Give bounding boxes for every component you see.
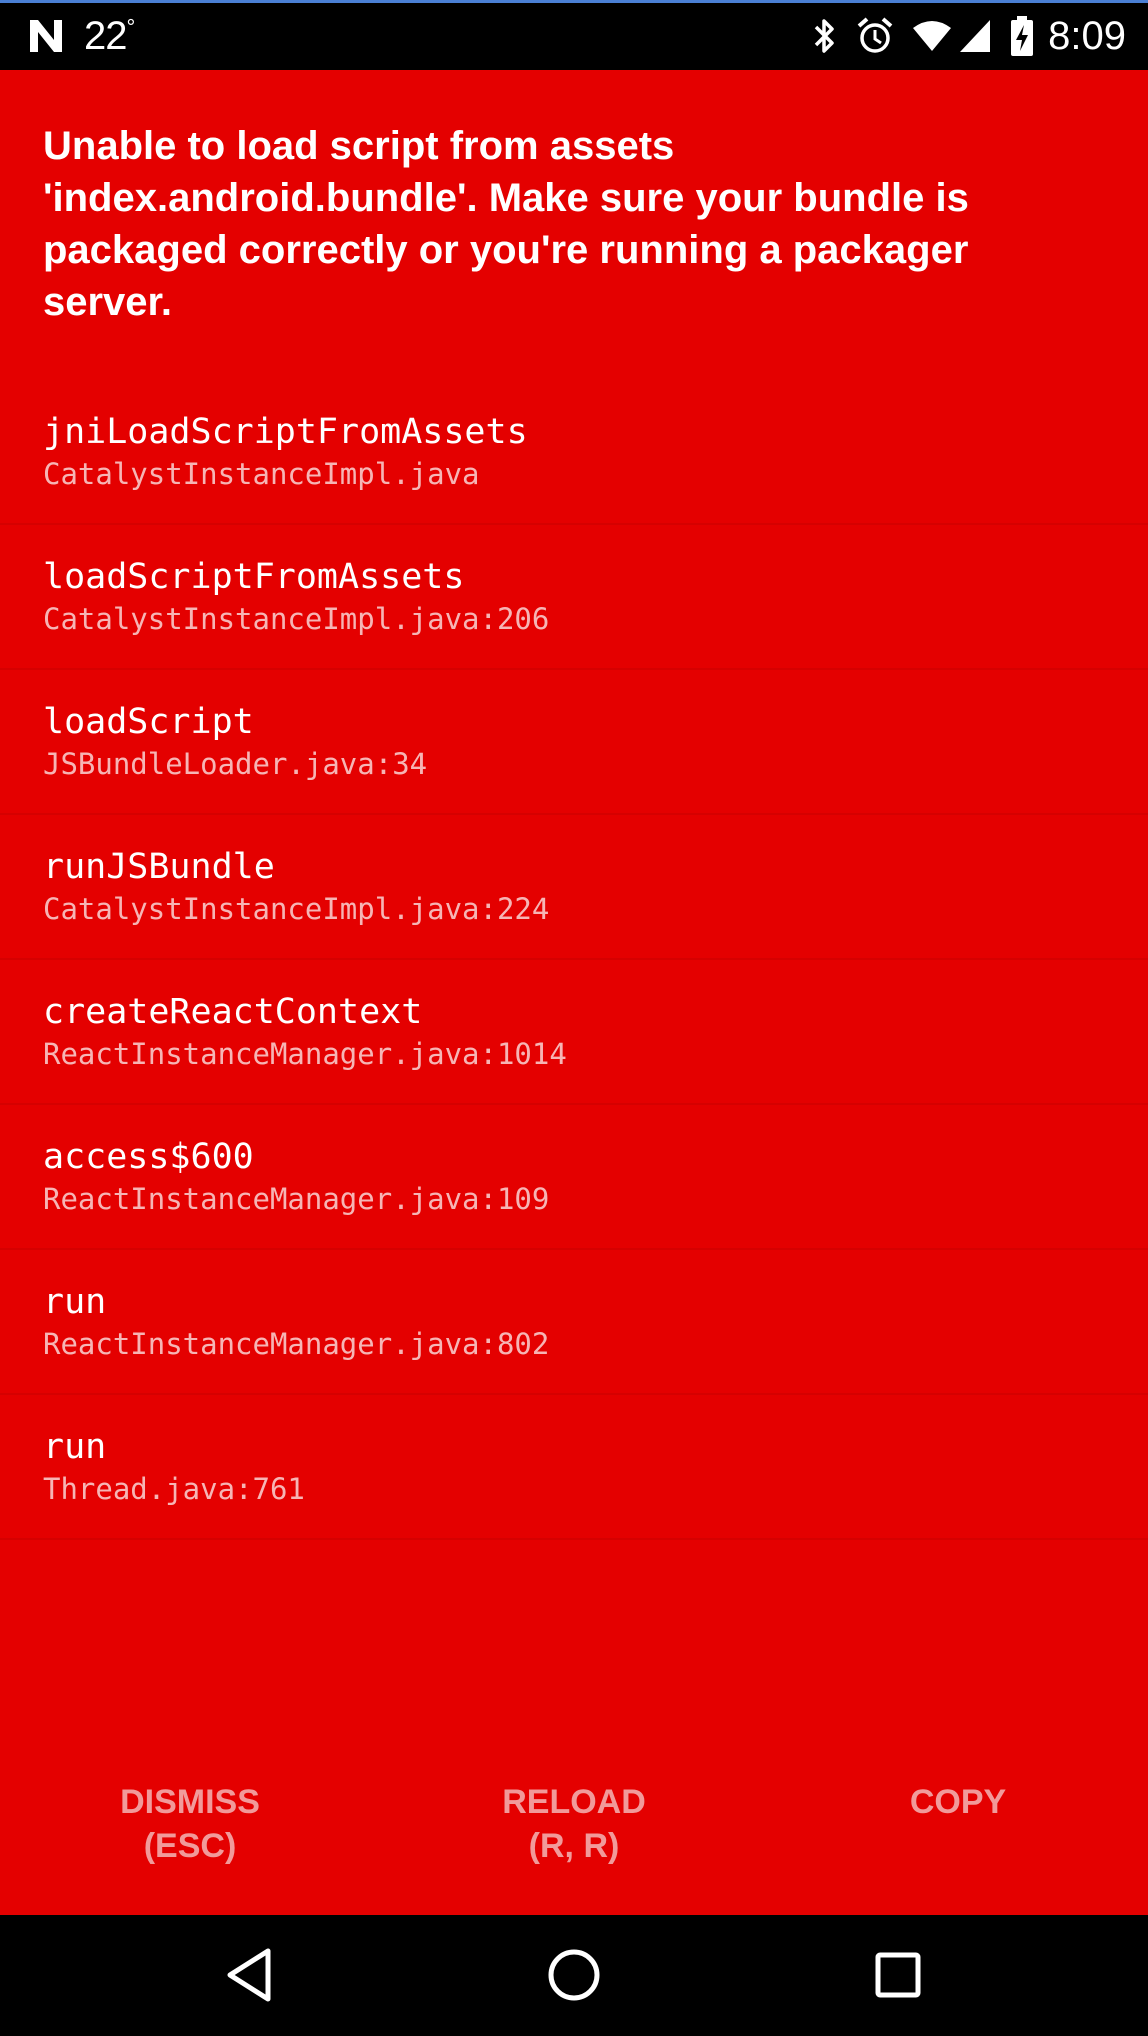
stack-frame[interactable]: loadScriptFromAssets CatalystInstanceImp…: [0, 525, 1148, 670]
frame-method: createReactContext: [43, 992, 423, 1032]
frame-file: CatalystInstanceImpl.java: [43, 457, 480, 491]
error-message: Unable to load script from assets 'index…: [43, 124, 969, 324]
redbox-error-screen: 22° 8:09 Unable to load script from asse…: [0, 0, 1148, 2036]
status-right: 8:09: [794, 14, 1126, 58]
recents-icon[interactable]: [866, 1943, 930, 2007]
status-left: 22°: [26, 13, 136, 59]
stack-frame[interactable]: loadScript JSBundleLoader.java:34: [0, 670, 1148, 815]
frame-method: loadScript: [43, 702, 254, 742]
temperature-readout: 22°: [84, 13, 136, 59]
frame-file: ReactInstanceManager.java:802: [43, 1327, 550, 1361]
stack-frame[interactable]: run Thread.java:761: [0, 1395, 1148, 1540]
alarm-icon: [856, 16, 894, 56]
reload-label: RELOAD: [502, 1783, 646, 1821]
frame-method: loadScriptFromAssets: [43, 557, 465, 597]
home-icon[interactable]: [542, 1943, 606, 2007]
frame-method: access$600: [43, 1137, 254, 1177]
stack-trace-list: jniLoadScriptFromAssets CatalystInstance…: [0, 380, 1148, 1540]
temperature-value: 22: [84, 13, 127, 58]
frame-method: runJSBundle: [43, 847, 275, 887]
reload-button[interactable]: RELOAD (R, R): [444, 1780, 704, 1868]
reload-shortcut: (R, R): [528, 1827, 620, 1865]
copy-button[interactable]: COPY: [828, 1780, 1088, 1824]
status-bar: 22° 8:09: [0, 0, 1148, 70]
frame-method: run: [43, 1282, 107, 1322]
frame-file: ReactInstanceManager.java:109: [43, 1182, 550, 1216]
frame-file: CatalystInstanceImpl.java:206: [43, 602, 550, 636]
cell-signal-icon: [958, 18, 992, 54]
frame-file: CatalystInstanceImpl.java:224: [43, 892, 550, 926]
stack-frame[interactable]: runJSBundle CatalystInstanceImpl.java:22…: [0, 815, 1148, 960]
temperature-unit: °: [126, 14, 136, 40]
wifi-icon: [912, 18, 952, 54]
stack-frame[interactable]: jniLoadScriptFromAssets CatalystInstance…: [0, 380, 1148, 525]
copy-label: COPY: [909, 1783, 1007, 1821]
frame-file: JSBundleLoader.java:34: [43, 747, 428, 781]
navigation-bar: [0, 1915, 1148, 2036]
battery-charging-icon: [1010, 15, 1034, 57]
dismiss-shortcut: (ESC): [143, 1827, 237, 1865]
frame-method: run: [43, 1427, 107, 1467]
stack-frame[interactable]: createReactContext ReactInstanceManager.…: [0, 960, 1148, 1105]
dismiss-button[interactable]: DISMISS (ESC): [60, 1780, 320, 1868]
status-clock: 8:09: [1048, 13, 1126, 58]
stack-frame[interactable]: access$600 ReactInstanceManager.java:109: [0, 1105, 1148, 1250]
frame-file: ReactInstanceManager.java:1014: [43, 1037, 567, 1071]
action-bar: DISMISS (ESC) RELOAD (R, R) COPY: [0, 1780, 1148, 1900]
dismiss-label: DISMISS: [120, 1783, 260, 1821]
frame-method: jniLoadScriptFromAssets: [43, 412, 528, 452]
frame-file: Thread.java:761: [43, 1472, 305, 1506]
stack-frame[interactable]: run ReactInstanceManager.java:802: [0, 1250, 1148, 1395]
status-bar-accent-line: [0, 0, 1148, 3]
n-notification-icon: [26, 16, 66, 56]
back-icon[interactable]: [218, 1943, 282, 2007]
bluetooth-icon: [812, 16, 838, 56]
